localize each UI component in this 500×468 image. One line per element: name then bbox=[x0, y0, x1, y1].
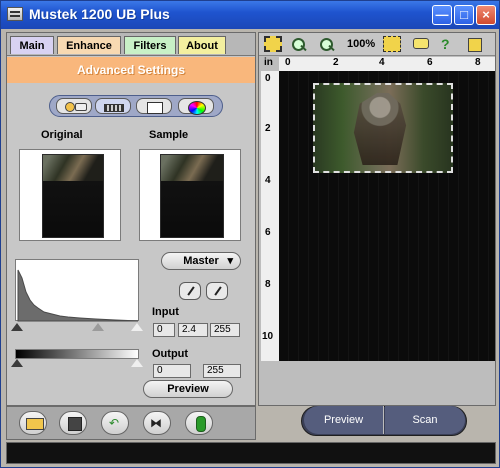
black-eyedropper-button[interactable] bbox=[179, 282, 201, 300]
info-button[interactable] bbox=[185, 411, 213, 435]
advanced-settings-header: Advanced Settings bbox=[7, 57, 255, 83]
sample-thumbnail bbox=[160, 154, 224, 238]
chevron-down-icon: ▾ bbox=[227, 255, 233, 267]
input-label: Input bbox=[152, 306, 179, 318]
exit-icon[interactable] bbox=[465, 36, 483, 52]
fit-page-icon[interactable] bbox=[383, 36, 401, 52]
maximize-icon: □ bbox=[460, 7, 468, 22]
curve-button[interactable] bbox=[136, 98, 172, 114]
zoom-in-icon[interactable] bbox=[289, 36, 307, 52]
fit-icon: ⧓ bbox=[150, 416, 162, 430]
scanner-app-icon bbox=[7, 7, 23, 21]
channel-selected: Master bbox=[183, 255, 219, 267]
undo-button[interactable]: ↶ bbox=[101, 411, 129, 435]
sun-rays-icon bbox=[75, 103, 87, 111]
window-title: Mustek 1200 UB Plus bbox=[29, 6, 170, 22]
tab-about[interactable]: About bbox=[178, 36, 226, 54]
color-wheel-icon bbox=[188, 101, 206, 115]
channel-dropdown[interactable]: Master ▾ bbox=[161, 252, 241, 270]
save-icon bbox=[68, 417, 82, 431]
ruler-top-6: 6 bbox=[427, 57, 433, 68]
marquee-select-icon[interactable] bbox=[264, 36, 282, 52]
ruler-top-0: 0 bbox=[285, 57, 291, 68]
tab-strip: Main Enhance Filters About bbox=[7, 33, 255, 56]
left-ruler: 0 2 4 6 8 10 bbox=[261, 71, 280, 361]
input-black-point-handle[interactable] bbox=[11, 323, 23, 331]
minimize-button[interactable]: — bbox=[432, 5, 452, 25]
ruler-left-6: 6 bbox=[265, 227, 271, 238]
original-thumbnail-strip bbox=[43, 155, 103, 181]
preview-bottom-area bbox=[259, 363, 495, 405]
sample-thumbnail-strip bbox=[161, 155, 223, 181]
output-gradient-bar bbox=[15, 349, 139, 359]
input-white-point-handle[interactable] bbox=[131, 323, 143, 331]
maximize-button[interactable]: □ bbox=[454, 5, 474, 25]
ruler-top-8: 8 bbox=[475, 57, 481, 68]
preview-small-button[interactable]: Preview bbox=[143, 380, 233, 398]
ruler-left-8: 8 bbox=[265, 279, 271, 290]
scan-button[interactable]: Scan bbox=[385, 406, 465, 434]
enhance-mode-switch bbox=[49, 95, 223, 117]
scanner-window: Mustek 1200 UB Plus — □ × Main Enhance F… bbox=[0, 0, 500, 468]
ruler-left-0: 0 bbox=[265, 73, 271, 84]
color-wheel-button[interactable] bbox=[178, 98, 214, 115]
comment-icon[interactable] bbox=[411, 36, 429, 52]
tab-main[interactable]: Main bbox=[10, 36, 54, 54]
ruler-unit: in bbox=[264, 57, 273, 68]
open-button[interactable] bbox=[19, 411, 47, 435]
bottom-toolbar: ↶ ⧓ bbox=[6, 406, 256, 440]
original-thumbnail bbox=[42, 154, 104, 238]
status-bar bbox=[6, 442, 496, 464]
histogram-icon bbox=[104, 104, 124, 112]
left-panel: Main Enhance Filters About Advanced Sett… bbox=[6, 32, 256, 406]
histogram-button[interactable] bbox=[95, 98, 131, 114]
ruler-top-4: 4 bbox=[379, 57, 385, 68]
sample-label: Sample bbox=[149, 129, 189, 141]
close-button[interactable]: × bbox=[476, 5, 496, 25]
original-preview-frame bbox=[19, 149, 121, 241]
ruler-left-4: 4 bbox=[265, 175, 271, 186]
close-icon: × bbox=[482, 7, 490, 22]
white-eyedropper-button[interactable] bbox=[206, 282, 228, 300]
tab-filters[interactable]: Filters bbox=[124, 36, 176, 54]
curve-icon bbox=[147, 102, 163, 114]
original-label: Original bbox=[41, 129, 83, 141]
zoom-out-icon[interactable] bbox=[317, 36, 335, 52]
folder-open-icon bbox=[26, 418, 44, 430]
brightness-contrast-button[interactable] bbox=[56, 98, 92, 114]
brightness-contrast-icon bbox=[65, 102, 75, 112]
ruler-left-2: 2 bbox=[265, 123, 271, 134]
zoom-level[interactable]: 100% bbox=[347, 38, 375, 50]
input-gamma-field[interactable]: 2.4 bbox=[178, 323, 208, 337]
title-bar: Mustek 1200 UB Plus — □ × bbox=[1, 1, 499, 29]
info-icon bbox=[196, 416, 206, 432]
tab-enhance[interactable]: Enhance bbox=[57, 36, 121, 54]
ruler-top-2: 2 bbox=[333, 57, 339, 68]
ruler-left-10: 10 bbox=[262, 331, 274, 342]
undo-icon: ↶ bbox=[109, 416, 120, 430]
preview-toolbar: 100% ? bbox=[259, 33, 495, 56]
fit-button[interactable]: ⧓ bbox=[143, 411, 171, 435]
input-white-field[interactable]: 255 bbox=[210, 323, 240, 337]
output-white-field[interactable]: 255 bbox=[203, 364, 241, 378]
scan-preview-area[interactable] bbox=[279, 71, 495, 361]
output-white-handle[interactable] bbox=[131, 359, 143, 367]
minimize-icon: — bbox=[435, 7, 449, 22]
output-black-field[interactable]: 0 bbox=[153, 364, 191, 378]
top-ruler: 0 2 4 6 8 bbox=[279, 57, 495, 72]
output-black-handle[interactable] bbox=[11, 359, 23, 367]
preview-panel: 100% ? 0 2 4 6 8 in 0 2 4 6 8 10 bbox=[258, 32, 496, 406]
output-label: Output bbox=[152, 348, 189, 360]
sample-preview-frame bbox=[139, 149, 241, 241]
input-black-field[interactable]: 0 bbox=[153, 323, 175, 337]
help-icon[interactable]: ? bbox=[437, 36, 455, 52]
save-button[interactable] bbox=[59, 411, 87, 435]
histogram-chart bbox=[17, 269, 139, 322]
preview-button[interactable]: Preview bbox=[304, 406, 384, 434]
input-gamma-handle[interactable] bbox=[92, 323, 104, 331]
histogram bbox=[15, 259, 139, 322]
